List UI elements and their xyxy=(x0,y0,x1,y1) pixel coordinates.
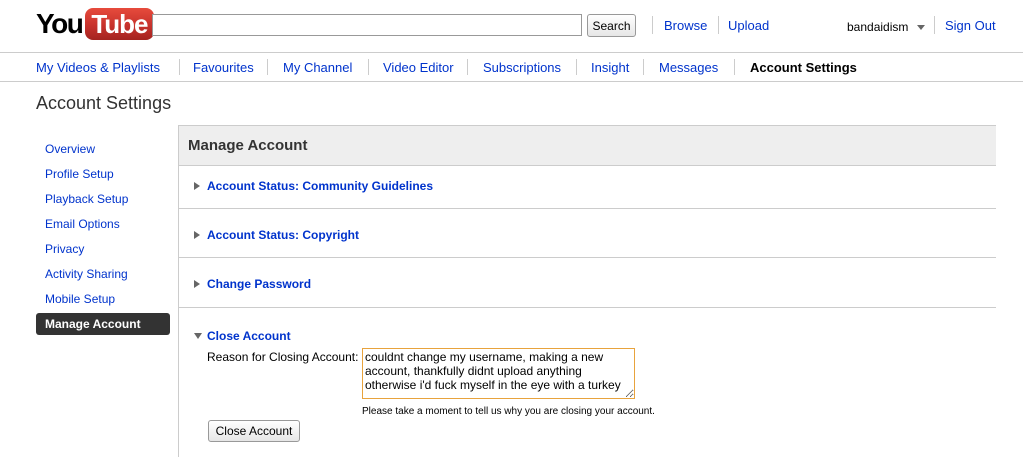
section-label: Change Password xyxy=(207,277,312,291)
section-toggle[interactable]: Change Password xyxy=(194,277,311,291)
search-button[interactable]: Search xyxy=(587,14,636,37)
nav-favourites[interactable]: Favourites xyxy=(193,60,254,75)
sign-out-link[interactable]: Sign Out xyxy=(945,18,996,33)
logo-tube-text: Tube xyxy=(85,8,154,40)
browse-link[interactable]: Browse xyxy=(664,18,707,33)
nav-divider xyxy=(267,59,268,75)
reason-label: Reason for Closing Account: xyxy=(207,350,359,364)
masthead-divider xyxy=(652,16,653,34)
sidebar-item-manage-account[interactable]: Manage Account xyxy=(36,313,170,335)
section-community-guidelines: Account Status: Community Guidelines xyxy=(179,166,996,209)
logo-you-text: You xyxy=(36,8,84,39)
section-toggle[interactable]: Account Status: Copyright xyxy=(194,228,359,242)
reason-help-text: Please take a moment to tell us why you … xyxy=(362,406,655,417)
triangle-right-icon xyxy=(194,182,200,190)
nav-divider xyxy=(467,59,468,75)
reason-textarea[interactable]: couldnt change my username, making a new… xyxy=(362,348,635,399)
section-change-password: Change Password xyxy=(179,258,996,308)
nav-my-channel[interactable]: My Channel xyxy=(283,60,352,75)
section-close-account: Close Account Reason for Closing Account… xyxy=(179,308,996,457)
triangle-right-icon xyxy=(194,231,200,239)
close-account-form: Reason for Closing Account: couldnt chan… xyxy=(179,326,996,456)
username-menu[interactable]: bandaidism xyxy=(847,20,908,34)
upload-link[interactable]: Upload xyxy=(728,18,769,33)
nav-video-editor[interactable]: Video Editor xyxy=(383,60,454,75)
caret-down-icon[interactable] xyxy=(917,25,925,30)
nav-insight[interactable]: Insight xyxy=(591,60,629,75)
youtube-logo[interactable]: You Tube xyxy=(36,8,154,40)
nav-subscriptions[interactable]: Subscriptions xyxy=(483,60,561,75)
sidebar-item-mobile-setup[interactable]: Mobile Setup xyxy=(36,288,170,313)
nav-messages[interactable]: Messages xyxy=(659,60,718,75)
masthead: You Tube Search Browse Upload bandaidism… xyxy=(0,0,1023,46)
section-toggle[interactable]: Account Status: Community Guidelines xyxy=(194,179,433,193)
masthead-divider xyxy=(718,16,719,34)
section-copyright: Account Status: Copyright xyxy=(179,209,996,258)
sidebar-item-overview[interactable]: Overview xyxy=(36,138,170,163)
nav-my-videos[interactable]: My Videos & Playlists xyxy=(36,60,160,75)
close-account-button[interactable]: Close Account xyxy=(208,420,300,442)
panel-title: Manage Account xyxy=(188,137,308,154)
nav-divider xyxy=(179,59,180,75)
section-label: Account Status: Copyright xyxy=(207,228,359,242)
nav-divider xyxy=(368,59,369,75)
sidebar-item-privacy[interactable]: Privacy xyxy=(36,238,170,263)
search-input[interactable] xyxy=(152,14,582,36)
nav-account-settings[interactable]: Account Settings xyxy=(750,60,857,75)
masthead-divider xyxy=(934,16,935,34)
sidebar-item-activity-sharing[interactable]: Activity Sharing xyxy=(36,263,170,288)
panel-header: Manage Account xyxy=(179,126,996,166)
section-label: Account Status: Community Guidelines xyxy=(207,179,434,193)
nav-divider xyxy=(643,59,644,75)
sidebar-item-email-options[interactable]: Email Options xyxy=(36,213,170,238)
sidebar-item-profile-setup[interactable]: Profile Setup xyxy=(36,163,170,188)
manage-account-panel: Manage Account Account Status: Community… xyxy=(178,125,996,457)
nav-divider xyxy=(734,59,735,75)
account-navbar: My Videos & Playlists Favourites My Chan… xyxy=(0,52,1023,82)
settings-sidebar: Overview Profile Setup Playback Setup Em… xyxy=(36,138,170,335)
triangle-right-icon xyxy=(194,280,200,288)
nav-divider xyxy=(576,59,577,75)
sidebar-item-playback-setup[interactable]: Playback Setup xyxy=(36,188,170,213)
page-title: Account Settings xyxy=(36,93,172,113)
